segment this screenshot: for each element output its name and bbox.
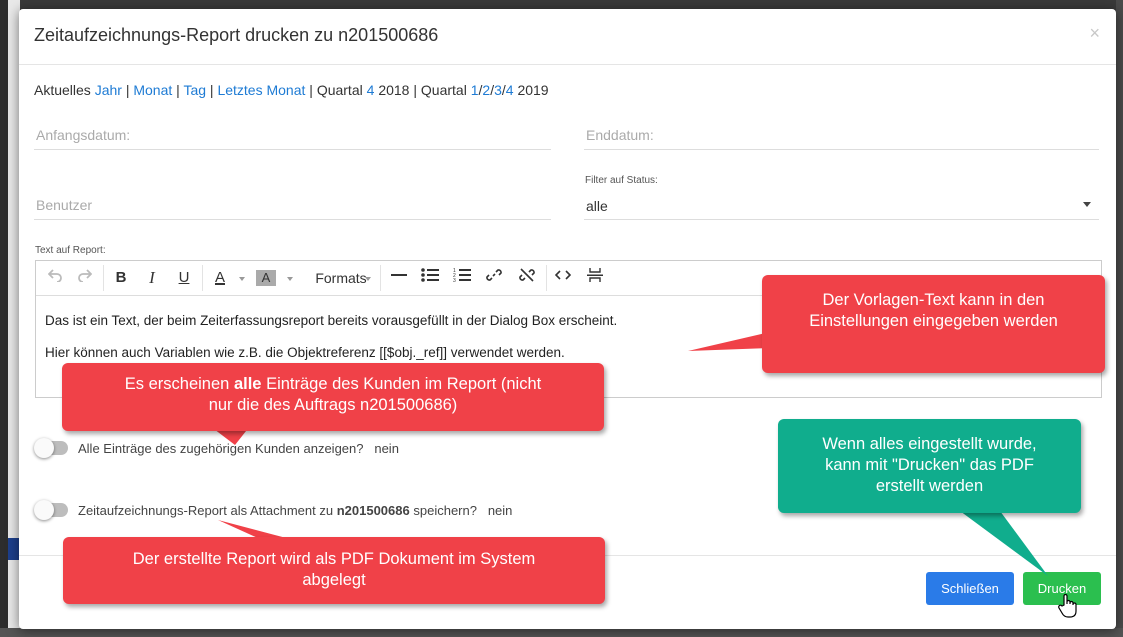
hand-cursor-icon <box>1058 593 1077 618</box>
callout-all-pre: Es erscheinen <box>124 375 230 393</box>
callout-arrow-template <box>688 332 770 351</box>
callout-all-bold: alle <box>233 375 262 393</box>
callout-print-hint-body: Wenn alles eingestellt wurde, kann mit "… <box>822 435 1037 495</box>
callout-all-entries-body: Es erscheinen alle Einträge des Kunden i… <box>62 363 604 416</box>
callout-print-hint: Wenn alles eingestellt wurde, kann mit "… <box>778 419 1081 513</box>
callout-template-text-body: Der Vorlagen-Text kann in den Einstellun… <box>809 291 1058 330</box>
callout-pdf-saved-body: Der erstellte Report wird als PDF Dokume… <box>132 550 536 589</box>
callout-arrow-print <box>960 511 1048 576</box>
callout-all-entries: Es erscheinen alle Einträge des Kunden i… <box>62 363 604 431</box>
callout-pdf-saved: Der erstellte Report wird als PDF Dokume… <box>63 537 605 604</box>
callout-template-text: Der Vorlagen-Text kann in den Einstellun… <box>762 275 1105 373</box>
